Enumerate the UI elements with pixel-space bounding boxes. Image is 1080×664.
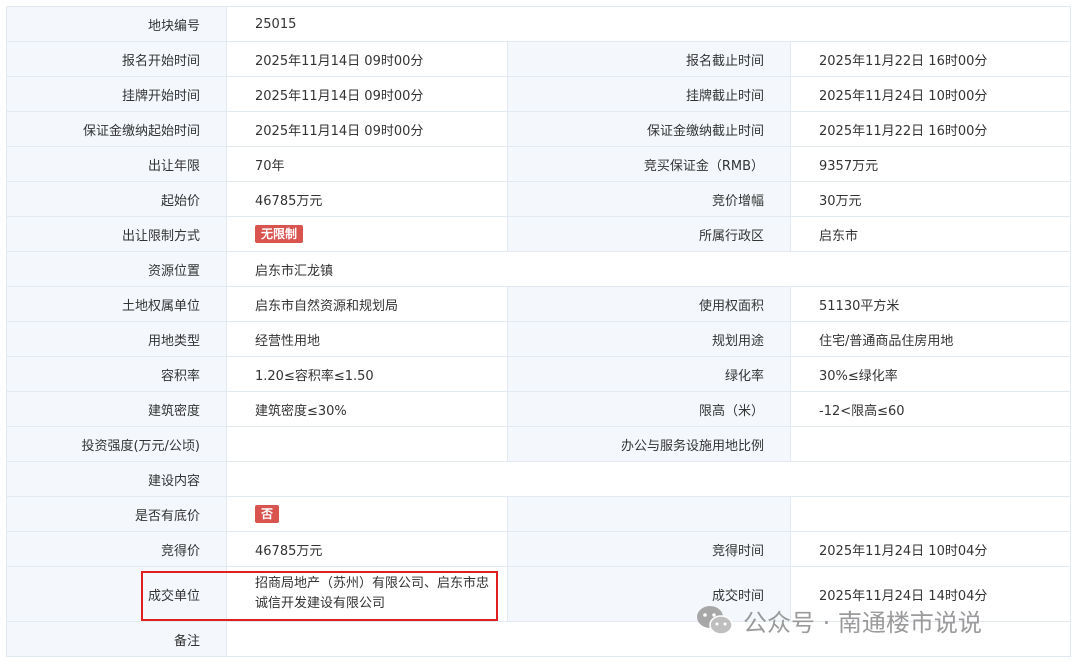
value-start-price: 46785万元 xyxy=(227,182,508,216)
label-listing-start: 挂牌开始时间 xyxy=(7,77,227,111)
label-restriction: 出让限制方式 xyxy=(7,217,227,251)
value-investment-intensity xyxy=(227,427,508,461)
label-start-price: 起始价 xyxy=(7,182,227,216)
empty-label-cell xyxy=(508,497,791,531)
value-density: 建筑密度≤30% xyxy=(227,392,508,426)
label-remarks: 备注 xyxy=(7,622,227,656)
value-listing-start: 2025年11月14日 09时00分 xyxy=(227,77,508,111)
label-reserve-price: 是否有底价 xyxy=(7,497,227,531)
value-deposit-start: 2025年11月14日 09时00分 xyxy=(227,112,508,146)
label-listing-end: 挂牌截止时间 xyxy=(508,77,791,111)
table-row: 保证金缴纳起始时间 2025年11月14日 09时00分 保证金缴纳截止时间 2… xyxy=(7,112,1071,147)
table-row: 是否有底价 否 xyxy=(7,497,1071,532)
label-buyer: 成交单位 xyxy=(7,567,227,621)
label-owner: 土地权属单位 xyxy=(7,287,227,321)
value-parcel-number: 25015 xyxy=(227,7,1071,41)
label-area: 使用权面积 xyxy=(508,287,791,321)
label-office-ratio: 办公与服务设施用地比例 xyxy=(508,427,791,461)
label-construction: 建设内容 xyxy=(7,462,227,496)
label-parcel-number: 地块编号 xyxy=(7,7,227,41)
value-restriction: 无限制 xyxy=(227,217,508,251)
value-land-type: 经营性用地 xyxy=(227,322,508,356)
label-winning-time: 竞得时间 xyxy=(508,532,791,566)
value-far: 1.20≤容积率≤1.50 xyxy=(227,357,508,391)
label-district: 所属行政区 xyxy=(508,217,791,251)
value-winning-time: 2025年11月24日 10时04分 xyxy=(791,532,1071,566)
value-registration-end: 2025年11月22日 16时00分 xyxy=(791,42,1071,76)
table-row: 土地权属单位 启东市自然资源和规划局 使用权面积 51130平方米 xyxy=(7,287,1071,322)
label-far: 容积率 xyxy=(7,357,227,391)
value-planned-use: 住宅/普通商品住房用地 xyxy=(791,322,1071,356)
watermark-text: 公众号 · 南通楼市说说 xyxy=(743,609,982,637)
table-row: 建筑密度 建筑密度≤30% 限高（米） -12<限高≤60 xyxy=(7,392,1071,427)
value-green-rate: 30%≤绿化率 xyxy=(791,357,1071,391)
value-construction xyxy=(227,462,1071,496)
land-info-table: 地块编号 25015 报名开始时间 2025年11月14日 09时00分 报名截… xyxy=(6,6,1071,657)
table-row: 投资强度(万元/公顷) 办公与服务设施用地比例 xyxy=(7,427,1071,462)
table-row: 挂牌开始时间 2025年11月14日 09时00分 挂牌截止时间 2025年11… xyxy=(7,77,1071,112)
label-deposit-start: 保证金缴纳起始时间 xyxy=(7,112,227,146)
label-land-type: 用地类型 xyxy=(7,322,227,356)
value-location: 启东市汇龙镇 xyxy=(227,252,1071,286)
value-bid-deposit: 9357万元 xyxy=(791,147,1071,181)
table-row: 容积率 1.20≤容积率≤1.50 绿化率 30%≤绿化率 xyxy=(7,357,1071,392)
wechat-icon xyxy=(695,604,735,638)
value-height-limit: -12<限高≤60 xyxy=(791,392,1071,426)
restriction-badge: 无限制 xyxy=(255,225,304,243)
table-row: 建设内容 xyxy=(7,462,1071,497)
table-row: 地块编号 25015 xyxy=(7,7,1071,42)
label-green-rate: 绿化率 xyxy=(508,357,791,391)
value-district: 启东市 xyxy=(791,217,1071,251)
value-deposit-end: 2025年11月22日 16时00分 xyxy=(791,112,1071,146)
label-bid-increment: 竞价增幅 xyxy=(508,182,791,216)
table-row: 出让年限 70年 竞买保证金（RMB） 9357万元 xyxy=(7,147,1071,182)
label-height-limit: 限高（米） xyxy=(508,392,791,426)
value-bid-increment: 30万元 xyxy=(791,182,1071,216)
value-listing-end: 2025年11月24日 10时00分 xyxy=(791,77,1071,111)
table-row: 竞得价 46785万元 竞得时间 2025年11月24日 10时04分 xyxy=(7,532,1071,567)
label-deposit-end: 保证金缴纳截止时间 xyxy=(508,112,791,146)
value-registration-start: 2025年11月14日 09时00分 xyxy=(227,42,508,76)
empty-value-cell xyxy=(791,497,1071,531)
value-owner: 启东市自然资源和规划局 xyxy=(227,287,508,321)
label-registration-start: 报名开始时间 xyxy=(7,42,227,76)
value-area: 51130平方米 xyxy=(791,287,1071,321)
label-location: 资源位置 xyxy=(7,252,227,286)
watermark: 公众号 · 南通楼市说说 xyxy=(695,603,982,638)
label-density: 建筑密度 xyxy=(7,392,227,426)
value-buyer: 招商局地产（苏州）有限公司、启东市忠诚信开发建设有限公司 xyxy=(227,567,508,621)
label-bid-deposit: 竞买保证金（RMB） xyxy=(508,147,791,181)
value-term: 70年 xyxy=(227,147,508,181)
table-row: 起始价 46785万元 竞价增幅 30万元 xyxy=(7,182,1071,217)
value-winning-price: 46785万元 xyxy=(227,532,508,566)
table-row: 报名开始时间 2025年11月14日 09时00分 报名截止时间 2025年11… xyxy=(7,42,1071,77)
reserve-price-badge: 否 xyxy=(255,505,280,523)
value-office-ratio xyxy=(791,427,1071,461)
label-investment-intensity: 投资强度(万元/公顷) xyxy=(7,427,227,461)
label-registration-end: 报名截止时间 xyxy=(508,42,791,76)
label-term: 出让年限 xyxy=(7,147,227,181)
label-planned-use: 规划用途 xyxy=(508,322,791,356)
label-winning-price: 竞得价 xyxy=(7,532,227,566)
table-row: 资源位置 启东市汇龙镇 xyxy=(7,252,1071,287)
table-row: 用地类型 经营性用地 规划用途 住宅/普通商品住房用地 xyxy=(7,322,1071,357)
table-row: 出让限制方式 无限制 所属行政区 启东市 xyxy=(7,217,1071,252)
value-reserve-price: 否 xyxy=(227,497,508,531)
